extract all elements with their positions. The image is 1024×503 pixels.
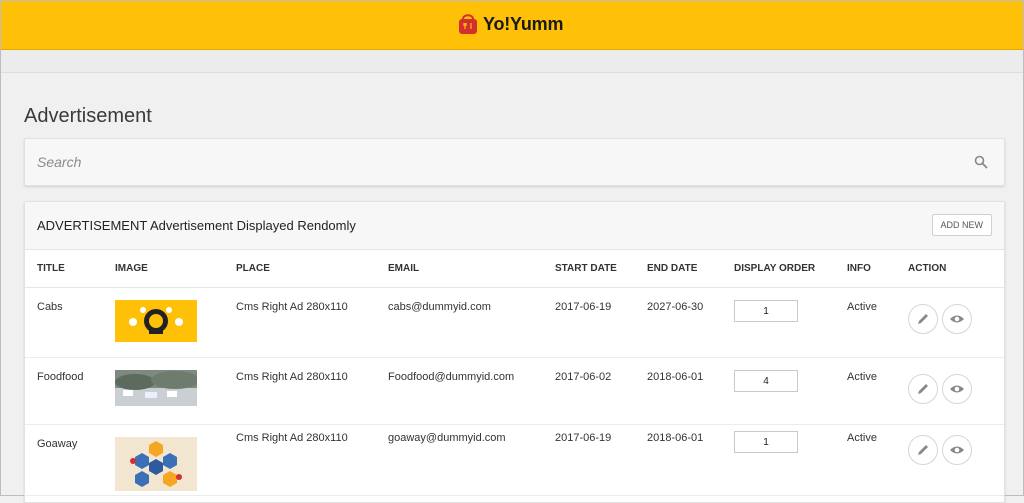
row-info-status: Active bbox=[847, 301, 877, 313]
row-start-date: 2017-06-02 bbox=[555, 371, 612, 383]
goaway-ad-thumbnail bbox=[115, 437, 197, 491]
column-header-image: IMAGE bbox=[115, 249, 236, 288]
table-header-row: TITLE IMAGE PLACE EMAIL START DATE END D… bbox=[25, 249, 1004, 288]
search-card bbox=[24, 138, 1005, 186]
shopping-bag-icon bbox=[459, 14, 477, 34]
row-place: Cms Right Ad 280x110 bbox=[236, 371, 348, 383]
display-order-input[interactable] bbox=[734, 300, 798, 322]
top-header-bar: Yo!Yumm bbox=[1, 1, 1023, 50]
row-email: Foodfood@dummyid.com bbox=[388, 371, 515, 383]
page-title: Advertisement bbox=[24, 105, 152, 127]
column-header-info: INFO bbox=[847, 249, 908, 288]
row-end-date: 2018-06-01 bbox=[647, 371, 704, 383]
column-header-email: EMAIL bbox=[388, 249, 555, 288]
edit-button[interactable] bbox=[908, 374, 938, 404]
card-title: ADVERTISEMENT Advertisement Displayed Re… bbox=[37, 218, 356, 233]
view-button[interactable] bbox=[942, 435, 972, 465]
view-button[interactable] bbox=[942, 304, 972, 334]
row-title: Foodfood bbox=[37, 371, 84, 383]
eye-icon bbox=[950, 446, 964, 454]
row-email: goaway@dummyid.com bbox=[388, 432, 506, 444]
advertisement-table-card: ADVERTISEMENT Advertisement Displayed Re… bbox=[24, 201, 1005, 503]
column-header-place: PLACE bbox=[236, 249, 388, 288]
display-order-input[interactable] bbox=[734, 431, 798, 453]
row-start-date: 2017-06-19 bbox=[555, 432, 612, 444]
secondary-bar bbox=[1, 50, 1023, 73]
row-end-date: 2027-06-30 bbox=[647, 301, 704, 313]
edit-button[interactable] bbox=[908, 304, 938, 334]
eye-icon bbox=[950, 315, 964, 323]
advertisement-table: TITLE IMAGE PLACE EMAIL START DATE END D… bbox=[25, 249, 1004, 496]
row-title: Cabs bbox=[37, 301, 63, 313]
row-end-date: 2018-06-01 bbox=[647, 432, 704, 444]
search-icon[interactable] bbox=[974, 155, 988, 169]
brand-logo[interactable]: Yo!Yumm bbox=[457, 12, 563, 36]
view-button[interactable] bbox=[942, 374, 972, 404]
foodfood-ad-thumbnail bbox=[115, 370, 197, 406]
row-info-status: Active bbox=[847, 432, 877, 444]
column-header-end-date: END DATE bbox=[647, 249, 734, 288]
row-place: Cms Right Ad 280x110 bbox=[236, 301, 348, 313]
table-row: Goaway Cms Right Ad 280x110 goaway@dummy bbox=[25, 424, 1004, 496]
pencil-icon bbox=[918, 314, 928, 324]
search-input[interactable] bbox=[37, 151, 957, 173]
edit-button[interactable] bbox=[908, 435, 938, 465]
pencil-icon bbox=[918, 445, 928, 455]
column-header-action: ACTION bbox=[908, 249, 1004, 288]
cabs-ad-thumbnail bbox=[115, 300, 197, 342]
eye-icon bbox=[950, 385, 964, 393]
row-title: Goaway bbox=[37, 438, 78, 450]
row-place: Cms Right Ad 280x110 bbox=[236, 432, 348, 444]
pencil-icon bbox=[918, 384, 928, 394]
brand-name: Yo!Yumm bbox=[483, 13, 564, 34]
column-header-display-order: DISPLAY ORDER bbox=[734, 249, 847, 288]
add-new-button[interactable]: ADD NEW bbox=[931, 214, 992, 236]
card-title-suffix: Advertisement Displayed Rendomly bbox=[149, 218, 356, 233]
display-order-input[interactable] bbox=[734, 370, 798, 392]
table-row: Cabs Cms Right Ad 280x110 cabs@dummyid.c… bbox=[25, 287, 1004, 358]
column-header-title: TITLE bbox=[25, 249, 115, 288]
table-row: Foodfood Cms Right Ad 280x110 Foodfood@d… bbox=[25, 357, 1004, 425]
card-header: ADVERTISEMENT Advertisement Displayed Re… bbox=[25, 202, 1004, 250]
card-title-prefix: ADVERTISEMENT bbox=[37, 218, 148, 233]
row-info-status: Active bbox=[847, 371, 877, 383]
row-email: cabs@dummyid.com bbox=[388, 301, 491, 313]
column-header-start-date: START DATE bbox=[555, 249, 647, 288]
row-start-date: 2017-06-19 bbox=[555, 301, 612, 313]
